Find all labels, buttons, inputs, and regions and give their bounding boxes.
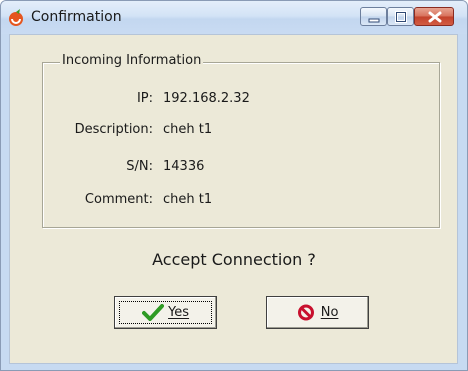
ip-value: 192.168.2.32 [163, 91, 250, 106]
close-button[interactable] [414, 7, 454, 26]
minimize-icon [368, 18, 380, 23]
no-label: No [320, 305, 339, 320]
description-value: cheh t1 [163, 122, 213, 137]
group-legend: Incoming Information [60, 53, 204, 68]
no-button[interactable]: No [266, 296, 369, 329]
window-title: Confirmation [31, 9, 122, 25]
minimize-button[interactable] [360, 7, 387, 26]
app-icon [9, 9, 23, 26]
maximize-button[interactable] [387, 7, 414, 26]
accept-connection-prompt: Accept Connection ? [152, 250, 316, 269]
yes-button[interactable]: Yes [114, 296, 217, 329]
serial-number-label: S/N: [126, 159, 153, 174]
checkmark-icon [141, 304, 164, 321]
maximize-icon [395, 11, 407, 23]
comment-value: cheh t1 [163, 192, 213, 207]
ip-label: IP: [136, 91, 153, 106]
no-entry-icon [297, 304, 314, 321]
yes-label: Yes [168, 305, 190, 320]
comment-label: Comment: [84, 192, 153, 207]
serial-number-value: 14336 [163, 159, 205, 174]
close-icon [428, 11, 442, 23]
title-bar[interactable]: Confirmation [1, 1, 467, 34]
description-label: Description: [74, 122, 153, 137]
